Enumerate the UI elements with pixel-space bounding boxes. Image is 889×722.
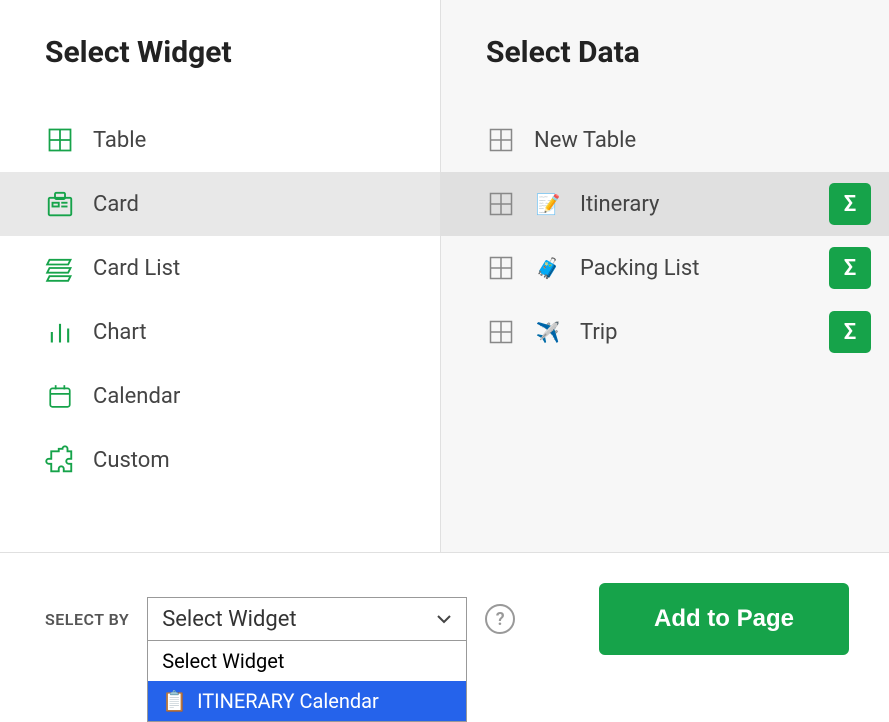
cardlist-icon <box>45 253 75 283</box>
data-label: Packing List <box>580 256 699 281</box>
select-by-label: SELECT BY <box>45 610 129 629</box>
table-icon <box>45 125 75 155</box>
widget-item-calendar[interactable]: Calendar <box>0 364 440 428</box>
dropdown-option-label: ITINERARY Calendar <box>197 689 379 713</box>
plane-emoji-icon: ✈️ <box>534 318 562 346</box>
help-icon[interactable]: ? <box>485 604 515 634</box>
widget-label: Card List <box>93 256 180 281</box>
widget-list: Table Card Card List <box>0 108 440 492</box>
chevron-down-icon <box>436 614 452 624</box>
widget-label: Custom <box>93 448 170 473</box>
widget-item-chart[interactable]: Chart <box>0 300 440 364</box>
widget-label: Calendar <box>93 384 180 409</box>
data-label: Itinerary <box>580 192 659 217</box>
summary-badge[interactable]: Σ <box>829 247 871 289</box>
dropdown-option-itinerary-calendar[interactable]: 📋 ITINERARY Calendar <box>148 681 466 721</box>
data-list: New Table 📝 Itinerary Σ 🧳 <box>441 108 889 364</box>
add-to-page-button[interactable]: Add to Page <box>599 583 849 655</box>
calendar-icon <box>45 381 75 411</box>
doc-emoji-icon: 📝 <box>534 190 562 218</box>
select-widget-title: Select Widget <box>0 35 440 70</box>
select-by-value: Select Widget <box>162 607 296 632</box>
dropdown-option-label: Select Widget <box>162 649 284 673</box>
table-icon <box>486 189 516 219</box>
table-icon <box>486 253 516 283</box>
widget-item-cardlist[interactable]: Card List <box>0 236 440 300</box>
luggage-emoji-icon: 🧳 <box>534 254 562 282</box>
data-item-itinerary[interactable]: 📝 Itinerary Σ <box>441 172 889 236</box>
table-icon <box>486 125 516 155</box>
table-icon <box>486 317 516 347</box>
data-item-new-table[interactable]: New Table <box>441 108 889 172</box>
clipboard-emoji-icon: 📋 <box>162 689 187 713</box>
select-by-wrapper: Select Widget Select Widget 📋 ITINERARY … <box>147 597 467 641</box>
widget-item-table[interactable]: Table <box>0 108 440 172</box>
card-icon <box>45 189 75 219</box>
widget-item-custom[interactable]: Custom <box>0 428 440 492</box>
data-item-trip[interactable]: ✈️ Trip Σ <box>441 300 889 364</box>
select-widget-panel: Select Widget Table Card <box>0 0 441 552</box>
puzzle-icon <box>45 445 75 475</box>
select-data-panel: Select Data New Table 📝 Itinerary <box>441 0 889 552</box>
help-symbol: ? <box>496 609 505 630</box>
widget-label: Chart <box>93 320 147 345</box>
data-label: New Table <box>534 128 636 153</box>
chart-icon <box>45 317 75 347</box>
widget-item-card[interactable]: Card <box>0 172 440 236</box>
select-by-dropdown[interactable]: Select Widget <box>147 597 467 641</box>
data-item-packing-list[interactable]: 🧳 Packing List Σ <box>441 236 889 300</box>
dropdown-option-select-widget[interactable]: Select Widget <box>148 641 466 681</box>
data-label: Trip <box>580 320 617 345</box>
widget-label: Table <box>93 128 146 153</box>
select-by-dropdown-list: Select Widget 📋 ITINERARY Calendar <box>147 641 467 722</box>
widget-picker-main: Select Widget Table Card <box>0 0 889 553</box>
summary-badge[interactable]: Σ <box>829 311 871 353</box>
select-data-title: Select Data <box>441 35 889 70</box>
summary-badge[interactable]: Σ <box>829 183 871 225</box>
widget-label: Card <box>93 192 139 217</box>
footer-bar: SELECT BY Select Widget Select Widget 📋 … <box>0 553 889 655</box>
